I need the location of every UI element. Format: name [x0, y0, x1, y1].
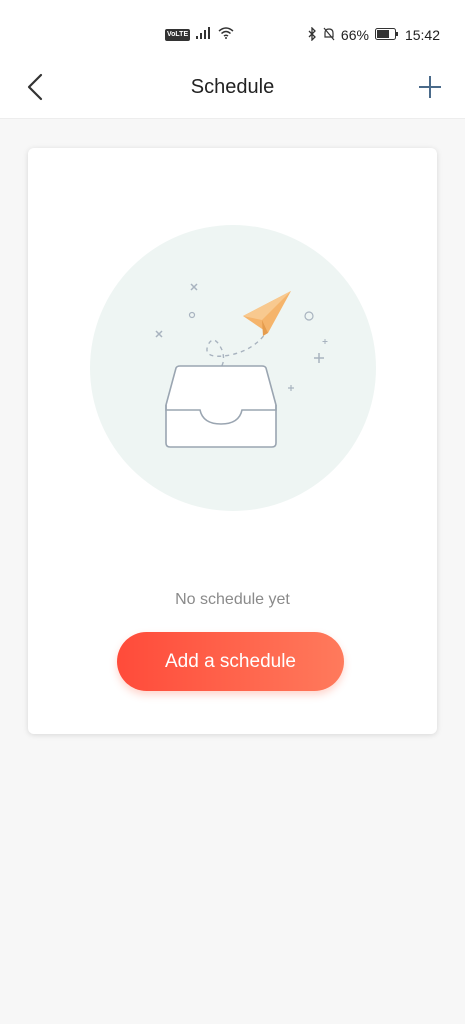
battery-icon — [374, 27, 399, 43]
wifi-icon — [218, 26, 234, 44]
volte-badge: VoLTE — [165, 29, 191, 41]
battery-percent: 66% — [340, 27, 369, 43]
status-time: 15:42 — [404, 27, 440, 43]
signal-icon — [196, 26, 212, 44]
mute-bell-icon — [323, 27, 335, 44]
plus-icon — [417, 74, 443, 105]
page-title: Schedule — [190, 76, 275, 98]
paper-plane-inbox-icon — [90, 225, 376, 511]
status-right: 66% 15:42 — [307, 24, 440, 46]
app-header: Schedule — [0, 62, 465, 119]
empty-state-message: No schedule yet — [175, 591, 290, 608]
status-left: VoLTE — [165, 26, 234, 44]
add-button[interactable] — [413, 72, 447, 106]
status-bar: VoLTE 66% 15:42 — [0, 0, 465, 62]
bluetooth-icon — [307, 25, 317, 44]
add-schedule-button[interactable]: Add a schedule — [117, 632, 344, 691]
empty-state-card: No schedule yet Add a schedule — [28, 148, 437, 734]
